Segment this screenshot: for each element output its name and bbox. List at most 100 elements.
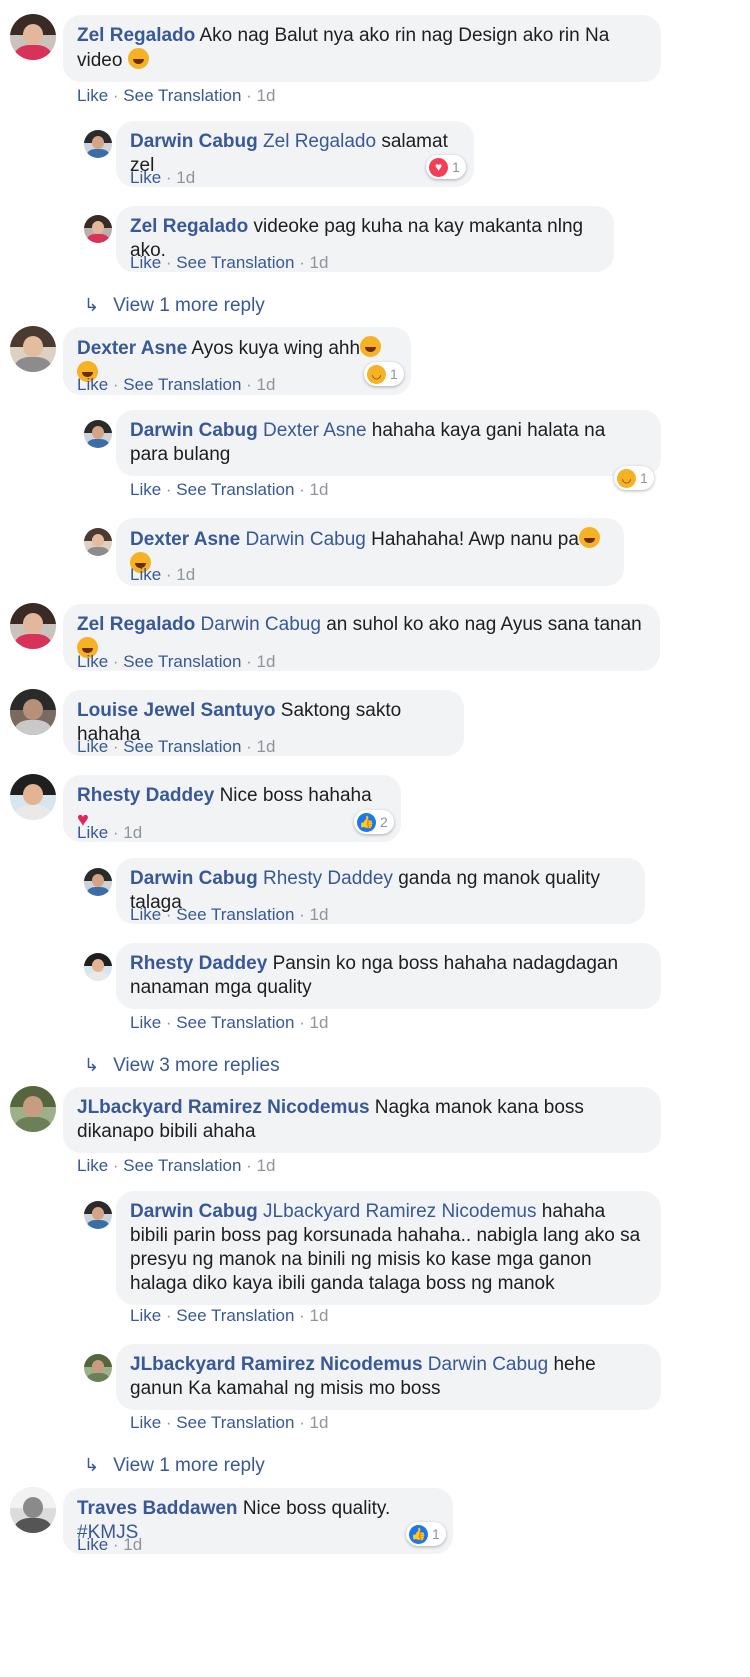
comment-author[interactable]: Zel Regalado bbox=[77, 614, 195, 635]
avatar[interactable] bbox=[84, 420, 112, 448]
avatar[interactable] bbox=[84, 868, 112, 896]
comment-author[interactable]: JLbackyard Ramirez Nicodemus bbox=[77, 1097, 370, 1118]
reply-author[interactable]: Darwin Cabug bbox=[130, 420, 258, 441]
timestamp[interactable]: 1d bbox=[257, 1156, 276, 1175]
avatar[interactable] bbox=[10, 1086, 56, 1132]
timestamp[interactable]: 1d bbox=[257, 86, 276, 105]
avatar[interactable] bbox=[10, 14, 56, 60]
like-link[interactable]: Like bbox=[130, 1013, 161, 1032]
view-more-replies[interactable]: ↳ View 1 more reply bbox=[84, 293, 265, 318]
reply-author[interactable]: Dexter Asne bbox=[130, 529, 240, 550]
see-translation-link[interactable]: See Translation bbox=[123, 652, 241, 671]
timestamp[interactable]: 1d bbox=[176, 565, 195, 584]
separator: · bbox=[108, 375, 124, 394]
view-more-replies[interactable]: ↳ View 3 more replies bbox=[84, 1053, 280, 1078]
avatar[interactable] bbox=[84, 528, 112, 556]
see-translation-link[interactable]: See Translation bbox=[176, 905, 294, 924]
reaction-summary[interactable]: 👍 2 bbox=[354, 810, 394, 834]
view-more-replies[interactable]: ↳ View 1 more reply bbox=[84, 1453, 265, 1478]
like-link[interactable]: Like bbox=[77, 1156, 108, 1175]
reply-arrow-icon: ↳ bbox=[84, 295, 100, 315]
timestamp[interactable]: 1d bbox=[310, 1306, 329, 1325]
like-link[interactable]: Like bbox=[130, 480, 161, 499]
like-link[interactable]: Like bbox=[130, 168, 161, 187]
comment-author[interactable]: Louise Jewel Santuyo bbox=[77, 700, 276, 721]
reply-author[interactable]: JLbackyard Ramirez Nicodemus bbox=[130, 1354, 423, 1375]
mention-link[interactable]: JLbackyard Ramirez Nicodemus bbox=[263, 1201, 537, 1222]
reaction-count: 1 bbox=[432, 1526, 440, 1542]
timestamp[interactable]: 1d bbox=[123, 1535, 142, 1554]
see-translation-link[interactable]: See Translation bbox=[176, 253, 294, 272]
mention-link[interactable]: Darwin Cabug bbox=[428, 1354, 548, 1375]
reply-author[interactable]: Darwin Cabug bbox=[130, 868, 258, 889]
reply-author[interactable]: Darwin Cabug bbox=[130, 131, 258, 152]
view-more-label[interactable]: View 1 more reply bbox=[113, 1455, 265, 1476]
like-link[interactable]: Like bbox=[130, 1306, 161, 1325]
reply-actions: Like · See Translation · 1d bbox=[130, 1413, 328, 1433]
avatar[interactable] bbox=[10, 1487, 56, 1533]
reply-author[interactable]: Rhesty Daddey bbox=[130, 953, 267, 974]
mention-link[interactable]: Dexter Asne bbox=[263, 420, 367, 441]
comment-author[interactable]: Traves Baddawen bbox=[77, 1498, 238, 1519]
comment-author[interactable]: Dexter Asne bbox=[77, 338, 187, 359]
see-translation-link[interactable]: See Translation bbox=[123, 737, 241, 756]
comment-author[interactable]: Rhesty Daddey bbox=[77, 785, 214, 806]
separator: · bbox=[161, 168, 177, 187]
timestamp[interactable]: 1d bbox=[310, 905, 329, 924]
timestamp[interactable]: 1d bbox=[176, 168, 195, 187]
comment-text: Nice boss quality. bbox=[242, 1498, 391, 1519]
comment-author[interactable]: Zel Regalado bbox=[77, 25, 195, 46]
reply-actions: Like · See Translation · 1d bbox=[130, 1013, 328, 1033]
timestamp[interactable]: 1d bbox=[257, 652, 276, 671]
like-link[interactable]: Like bbox=[130, 253, 161, 272]
reply-author[interactable]: Darwin Cabug bbox=[130, 1201, 258, 1222]
view-more-label[interactable]: View 1 more reply bbox=[113, 295, 265, 316]
like-link[interactable]: Like bbox=[77, 1535, 108, 1554]
view-more-label[interactable]: View 3 more replies bbox=[113, 1055, 280, 1076]
reaction-summary[interactable]: ♥ 1 bbox=[426, 155, 466, 179]
avatar[interactable] bbox=[84, 1354, 112, 1382]
see-translation-link[interactable]: See Translation bbox=[123, 375, 241, 394]
timestamp[interactable]: 1d bbox=[257, 375, 276, 394]
reaction-summary[interactable]: ◡ 1 bbox=[364, 362, 404, 386]
avatar[interactable] bbox=[84, 215, 112, 243]
laughing-emoji-icon bbox=[360, 336, 382, 357]
reaction-summary[interactable]: ◡ 1 bbox=[614, 466, 654, 490]
avatar[interactable] bbox=[10, 689, 56, 735]
reply-author[interactable]: Zel Regalado bbox=[130, 216, 248, 237]
reply-bubble: Darwin Cabug JLbackyard Ramirez Nicodemu… bbox=[116, 1191, 661, 1305]
reaction-summary[interactable]: 👍 1 bbox=[406, 1522, 446, 1546]
like-link[interactable]: Like bbox=[130, 1413, 161, 1432]
like-link[interactable]: Like bbox=[77, 823, 108, 842]
see-translation-link[interactable]: See Translation bbox=[176, 1413, 294, 1432]
comment-bubble: Zel Regalado Ako nag Balut nya ako rin n… bbox=[63, 15, 661, 82]
mention-link[interactable]: Darwin Cabug bbox=[201, 614, 321, 635]
separator: · bbox=[161, 1306, 177, 1325]
mention-link[interactable]: Rhesty Daddey bbox=[263, 868, 393, 889]
avatar[interactable] bbox=[84, 130, 112, 158]
timestamp[interactable]: 1d bbox=[310, 1413, 329, 1432]
timestamp[interactable]: 1d bbox=[310, 253, 329, 272]
see-translation-link[interactable]: See Translation bbox=[123, 1156, 241, 1175]
avatar[interactable] bbox=[10, 326, 56, 372]
avatar[interactable] bbox=[84, 953, 112, 981]
see-translation-link[interactable]: See Translation bbox=[176, 1013, 294, 1032]
mention-link[interactable]: Darwin Cabug bbox=[245, 529, 365, 550]
like-link[interactable]: Like bbox=[77, 652, 108, 671]
see-translation-link[interactable]: See Translation bbox=[176, 480, 294, 499]
like-link[interactable]: Like bbox=[130, 905, 161, 924]
avatar[interactable] bbox=[84, 1201, 112, 1229]
timestamp[interactable]: 1d bbox=[257, 737, 276, 756]
like-link[interactable]: Like bbox=[130, 565, 161, 584]
like-link[interactable]: Like bbox=[77, 375, 108, 394]
see-translation-link[interactable]: See Translation bbox=[176, 1306, 294, 1325]
timestamp[interactable]: 1d bbox=[310, 480, 329, 499]
like-link[interactable]: Like bbox=[77, 86, 108, 105]
avatar[interactable] bbox=[10, 774, 56, 820]
timestamp[interactable]: 1d bbox=[123, 823, 142, 842]
like-link[interactable]: Like bbox=[77, 737, 108, 756]
see-translation-link[interactable]: See Translation bbox=[123, 86, 241, 105]
mention-link[interactable]: Zel Regalado bbox=[263, 131, 376, 152]
timestamp[interactable]: 1d bbox=[310, 1013, 329, 1032]
avatar[interactable] bbox=[10, 603, 56, 649]
